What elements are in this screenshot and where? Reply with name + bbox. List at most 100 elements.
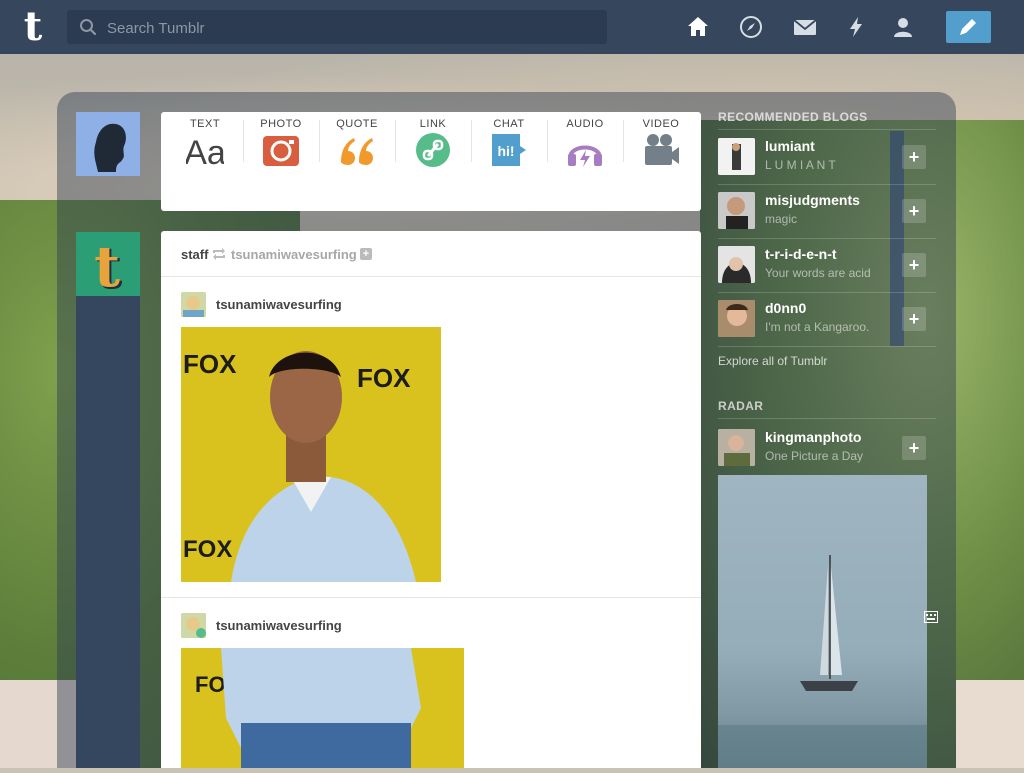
- search-input[interactable]: [105, 10, 599, 46]
- chat-icon: hi!: [492, 134, 526, 166]
- post-type-label: QUOTE: [336, 118, 378, 130]
- follow-plus-icon[interactable]: +: [360, 248, 372, 260]
- sidebar-divider: [718, 184, 936, 185]
- photo-image: FO: [181, 648, 464, 768]
- search-icon: [80, 19, 97, 36]
- post-type-audio[interactable]: AUDIO: [547, 112, 623, 211]
- svg-text:FOX: FOX: [357, 363, 411, 393]
- recommended-blog[interactable]: d0nn0 I'm not a Kangaroo. +: [718, 296, 936, 346]
- staff-avatar[interactable]: t t: [76, 232, 140, 302]
- follow-plus-icon[interactable]: +: [902, 307, 926, 331]
- entry-blog-name[interactable]: tsunamiwavesurfing: [216, 618, 342, 633]
- post-type-text[interactable]: TEXT Aa: [167, 112, 243, 211]
- svg-text:hi!: hi!: [497, 143, 514, 159]
- source-blog-name[interactable]: tsunamiwavesurfing: [231, 247, 357, 262]
- post-photo[interactable]: FOX FOX FOX: [181, 327, 441, 582]
- radar-photo[interactable]: [718, 475, 927, 768]
- blog-name: kingmanphoto: [765, 429, 862, 445]
- camera-icon: [263, 136, 299, 166]
- entry-avatar[interactable]: [181, 292, 206, 317]
- account-icon[interactable]: [891, 15, 915, 39]
- entry-blog-name[interactable]: tsunamiwavesurfing: [216, 297, 342, 312]
- post-type-label: PHOTO: [260, 118, 302, 130]
- link-icon: [416, 133, 450, 167]
- tumblr-logo-icon[interactable]: t: [16, 7, 50, 47]
- blog-avatar-image: [181, 292, 206, 317]
- blog-description: L U M I A N T: [765, 158, 836, 172]
- svg-text:FOX: FOX: [183, 536, 232, 563]
- photo-image: FOX FOX FOX: [181, 327, 441, 582]
- post-type-video[interactable]: VIDEO: [623, 112, 699, 211]
- sidebar-divider: [718, 346, 936, 347]
- post-type-label: AUDIO: [566, 118, 604, 130]
- blog-avatar: [718, 429, 755, 466]
- post-type-label: VIDEO: [642, 118, 680, 130]
- explore-icon[interactable]: [739, 15, 763, 39]
- post-type-label: LINK: [419, 118, 447, 130]
- sidebar-divider: [718, 418, 936, 419]
- reblogger-name[interactable]: staff: [181, 247, 208, 262]
- sidebar-divider: [718, 238, 936, 239]
- blog-avatar: [718, 192, 755, 229]
- blog-name: lumiant: [765, 138, 815, 154]
- post-card: staff tsunamiwavesurfing + tsunamiwavesu…: [161, 231, 701, 768]
- video-camera-icon: [645, 134, 679, 165]
- follow-plus-icon[interactable]: +: [902, 145, 926, 169]
- blog-avatar: [718, 300, 755, 337]
- svg-text:FOX: FOX: [183, 349, 237, 379]
- radar-heading: RADAR: [718, 399, 764, 413]
- staff-logo-icon: t t: [76, 232, 140, 302]
- top-navigation-bar: t: [0, 0, 1024, 54]
- svg-text:FO: FO: [195, 672, 226, 697]
- keyboard-icon[interactable]: [924, 611, 938, 623]
- activity-icon[interactable]: [844, 15, 868, 39]
- blog-description: One Picture a Day: [765, 449, 864, 463]
- recommended-blog[interactable]: t-r-i-d-e-n-t Your words are acid +: [718, 242, 936, 292]
- reblog-header: staff tsunamiwavesurfing +: [161, 231, 701, 277]
- blog-description: I'm not a Kangaroo.: [765, 320, 870, 334]
- svg-text:Aa: Aa: [186, 134, 224, 168]
- default-avatar-silhouette-icon: [76, 112, 140, 176]
- post-type-photo[interactable]: PHOTO: [243, 112, 319, 211]
- follow-plus-icon[interactable]: +: [902, 199, 926, 223]
- recommended-heading: RECOMMENDED BLOGS: [718, 110, 868, 124]
- blog-avatar: [718, 138, 755, 175]
- blog-name: t-r-i-d-e-n-t: [765, 246, 837, 262]
- compose-button[interactable]: [946, 11, 991, 43]
- blog-name: misjudgments: [765, 192, 860, 208]
- inbox-icon[interactable]: [793, 15, 817, 39]
- follow-plus-icon[interactable]: +: [902, 436, 926, 460]
- recommended-blog[interactable]: lumiant L U M I A N T +: [718, 134, 936, 184]
- radar-blog[interactable]: kingmanphoto One Picture a Day +: [718, 425, 936, 475]
- blog-description: magic: [765, 212, 798, 226]
- post-type-quote[interactable]: QUOTE: [319, 112, 395, 211]
- home-icon[interactable]: [686, 15, 710, 39]
- background-corner-right: [956, 680, 1024, 768]
- search-bar[interactable]: [67, 10, 607, 46]
- svg-text:t: t: [94, 234, 120, 296]
- post-type-label: TEXT: [189, 118, 221, 130]
- explore-link[interactable]: Explore all of Tumblr: [718, 354, 827, 368]
- sidebar-divider: [718, 129, 936, 130]
- avatar-rail: [76, 232, 140, 768]
- follow-plus-icon[interactable]: +: [902, 253, 926, 277]
- reblog-icon: [213, 248, 225, 260]
- post-type-chat[interactable]: CHAT hi!: [471, 112, 547, 211]
- pencil-icon: [960, 19, 976, 35]
- post-type-label: CHAT: [493, 118, 525, 130]
- user-avatar[interactable]: [76, 112, 140, 176]
- recommended-blog[interactable]: misjudgments magic +: [718, 188, 936, 238]
- post-type-selector: TEXT Aa PHOTO QUOTE LINK CHAT hi! AUDIO …: [161, 112, 701, 211]
- headphones-icon: [568, 145, 602, 167]
- entry-avatar[interactable]: [181, 613, 206, 638]
- blog-avatar: [718, 246, 755, 283]
- blog-avatar-image: [181, 613, 206, 638]
- quote-icon: [341, 138, 373, 165]
- post-photo[interactable]: FO: [181, 648, 464, 768]
- post-type-link[interactable]: LINK: [395, 112, 471, 211]
- blog-name: d0nn0: [765, 300, 807, 316]
- blog-description: Your words are acid: [765, 266, 871, 280]
- post-divider: [161, 597, 701, 598]
- sailboat-photo-image: [718, 555, 927, 768]
- sidebar-divider: [718, 292, 936, 293]
